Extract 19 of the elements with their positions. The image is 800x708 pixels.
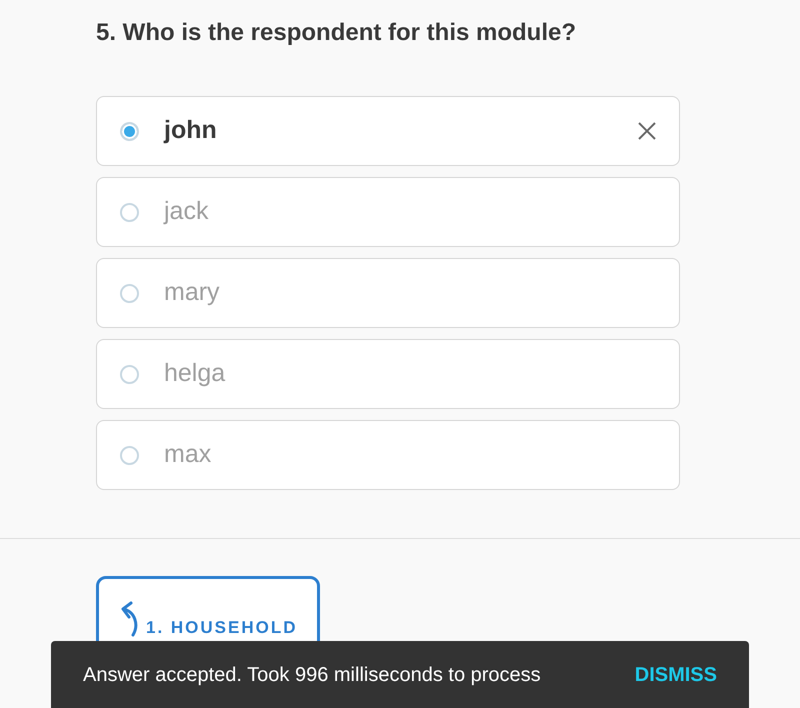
option-label: mary (164, 277, 221, 308)
radio-button[interactable] (120, 364, 139, 384)
option-label: john (164, 115, 218, 146)
radio-button[interactable] (120, 284, 139, 302)
option-label: jack (164, 196, 210, 228)
radio-button[interactable] (120, 446, 139, 464)
answer-option[interactable]: jack (96, 177, 680, 247)
question-title: 5. Who is the respondent for this module? (96, 18, 578, 48)
option-label: max (164, 439, 212, 470)
answer-option[interactable]: john (96, 96, 680, 166)
radio-button[interactable] (120, 202, 139, 222)
dismiss-button[interactable]: DISMISS (634, 660, 717, 690)
curved-arrow-icon (121, 601, 138, 637)
answer-option[interactable]: helga (96, 339, 680, 409)
answer-option[interactable]: max (96, 420, 680, 490)
clear-icon[interactable] (637, 121, 657, 141)
option-label: helga (164, 358, 226, 390)
radio-button[interactable] (120, 122, 139, 140)
answer-option[interactable]: mary (96, 258, 680, 328)
